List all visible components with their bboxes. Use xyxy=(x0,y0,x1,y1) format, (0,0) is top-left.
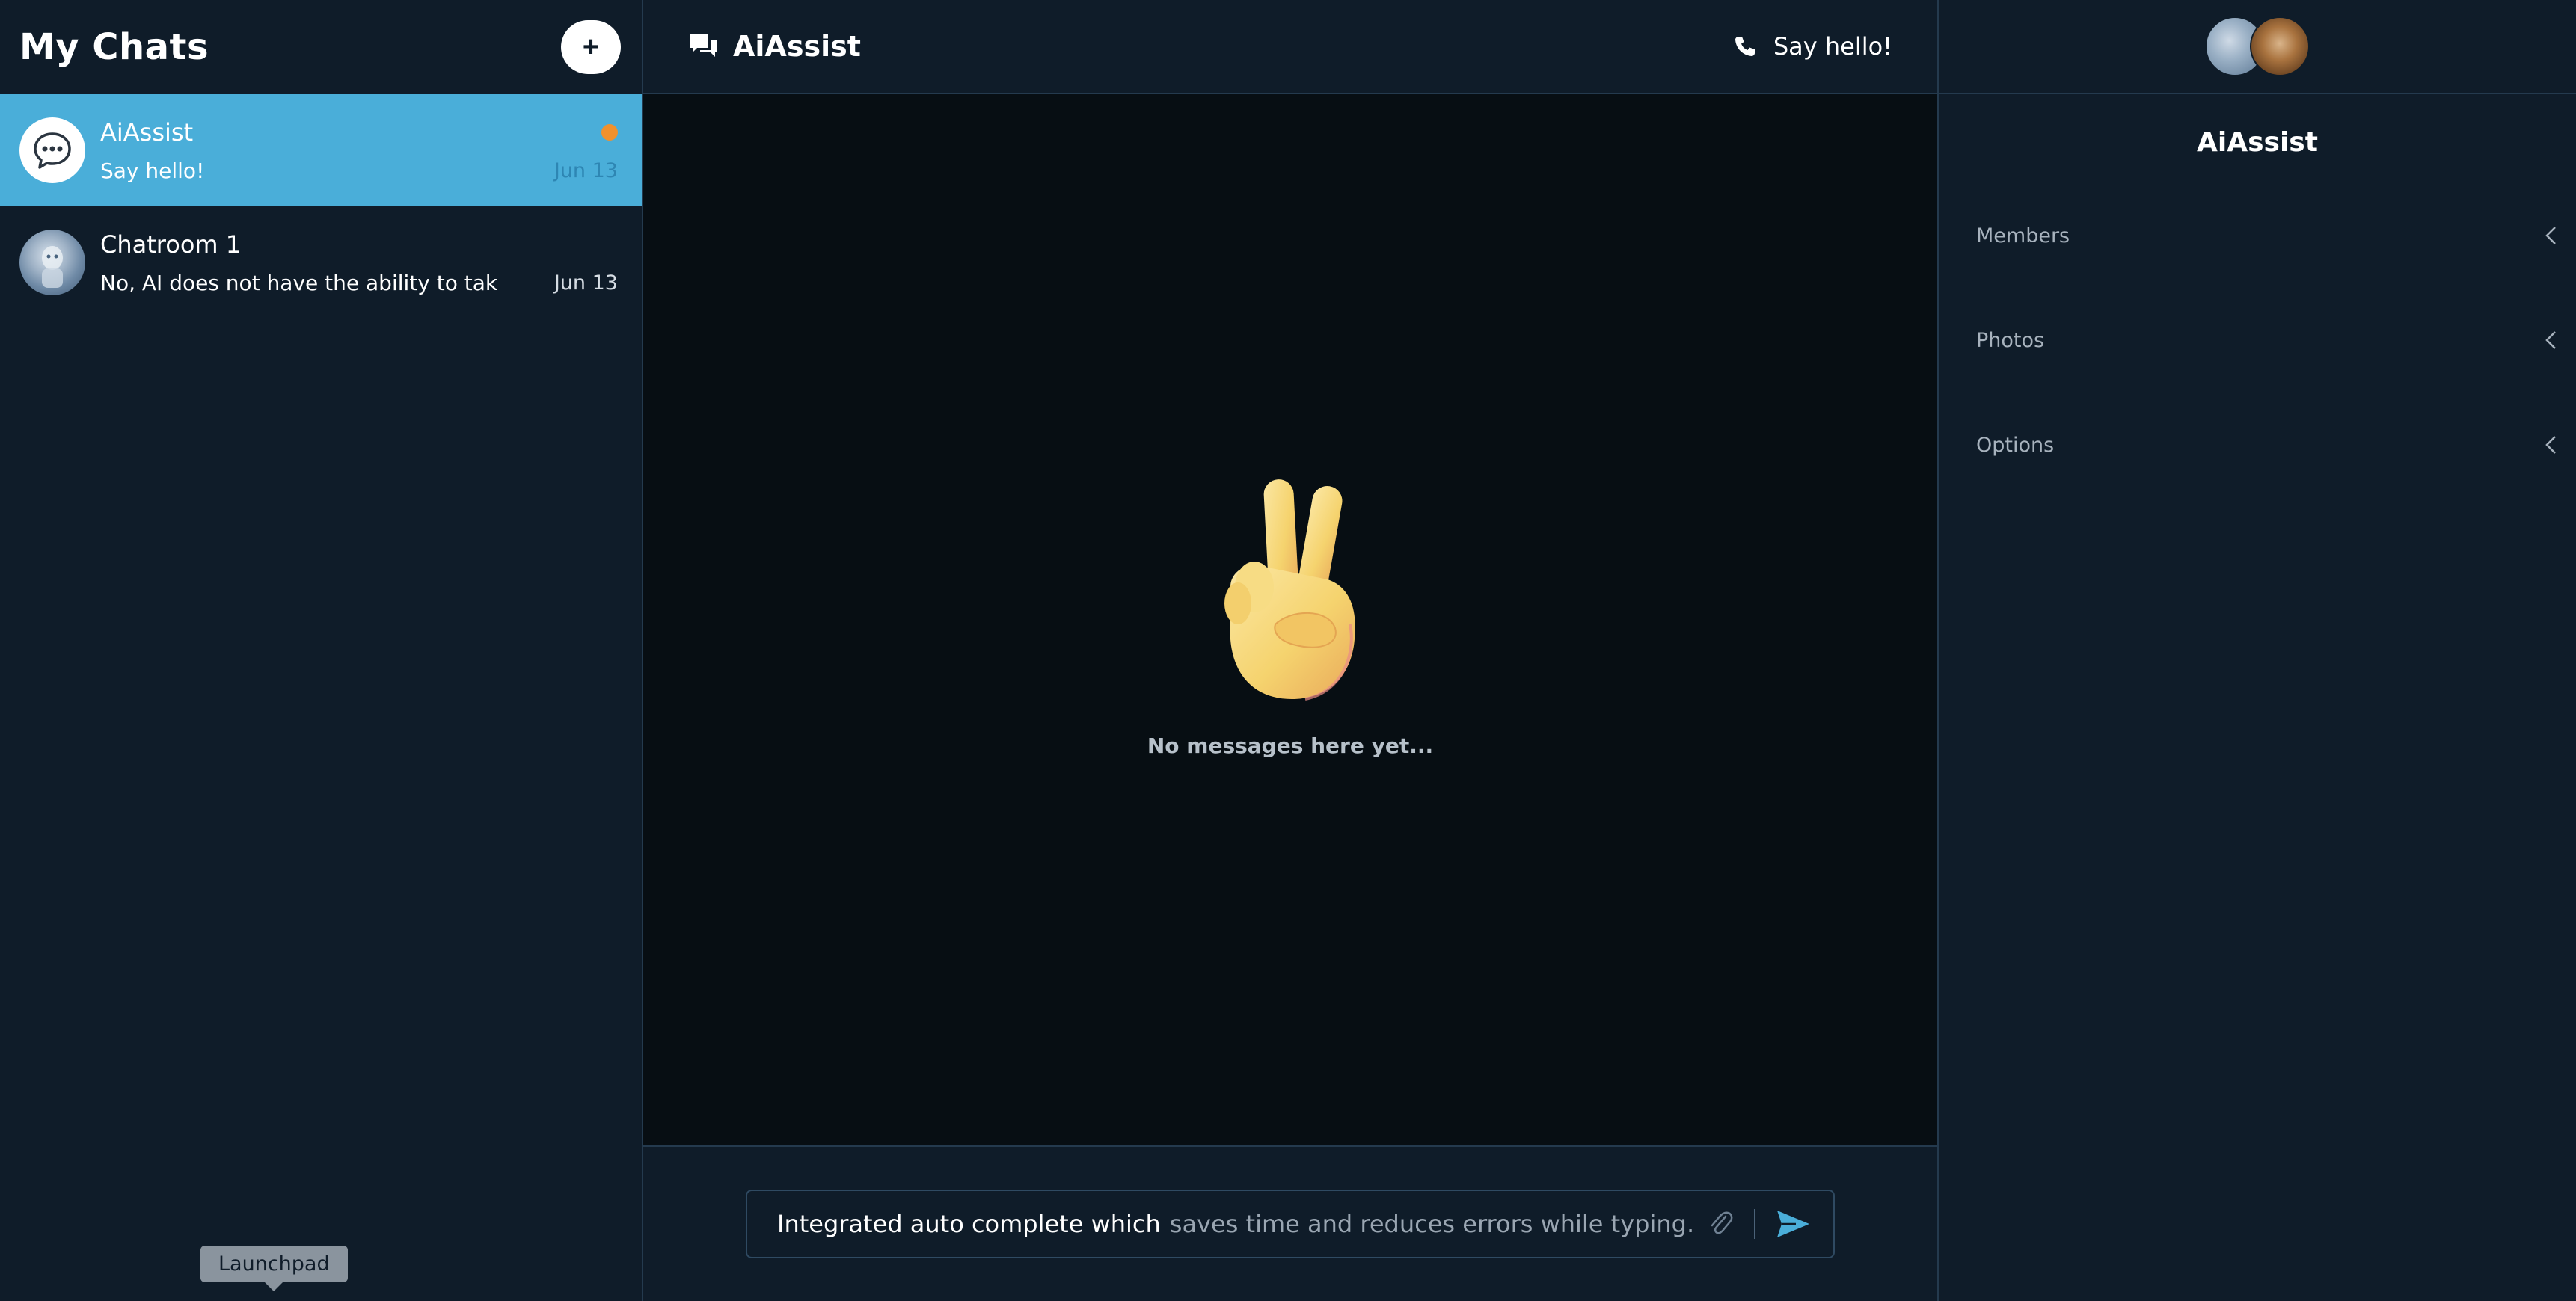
robot-avatar-icon xyxy=(42,246,63,288)
typed-text: Integrated auto complete which xyxy=(777,1210,1161,1238)
new-chat-button[interactable]: + xyxy=(561,20,621,74)
chat-sidebar: My Chats + AiAssist Say hello! Jun 13 Ch… xyxy=(0,0,643,1301)
chat-item-chatroom-1[interactable]: Chatroom 1 No, AI does not have the abil… xyxy=(0,206,642,319)
sidebar-header: My Chats + xyxy=(0,0,642,94)
chat-item-aiassist[interactable]: AiAssist Say hello! Jun 13 xyxy=(0,94,642,206)
chat-date: Jun 13 xyxy=(553,159,618,182)
sidebar-title: My Chats xyxy=(19,26,209,68)
chat-name: Chatroom 1 xyxy=(100,230,242,259)
send-button[interactable] xyxy=(1775,1208,1811,1240)
section-label: Options xyxy=(1976,433,2055,457)
empty-state: No messages here yet... xyxy=(1147,475,1433,758)
message-input[interactable]: Integrated auto complete which saves time… xyxy=(777,1210,1693,1238)
details-header xyxy=(1939,0,2576,94)
chat-preview: No, AI does not have the ability to tak xyxy=(100,270,498,295)
chat-meta: Chatroom 1 No, AI does not have the abil… xyxy=(100,230,618,295)
autocomplete-suggestion: saves time and reduces errors while typi… xyxy=(1169,1210,1693,1238)
call-label: Say hello! xyxy=(1773,32,1892,61)
chevron-left-icon xyxy=(2543,434,2558,455)
call-button[interactable]: Say hello! xyxy=(1733,32,1892,61)
send-icon xyxy=(1777,1211,1809,1237)
chat-meta: AiAssist Say hello! Jun 13 xyxy=(100,118,618,183)
chat-main: AiAssist Say hello! No messages here yet… xyxy=(643,0,1937,1301)
chat-name: AiAssist xyxy=(100,117,194,147)
chat-header: AiAssist Say hello! xyxy=(643,0,1937,94)
chat-date: Jun 13 xyxy=(553,271,618,295)
chat-bubble-icon xyxy=(34,132,71,169)
avatar xyxy=(19,117,85,183)
section-label: Photos xyxy=(1976,328,2045,352)
chat-header-title: AiAssist xyxy=(688,30,861,63)
plus-icon: + xyxy=(582,31,600,63)
chevron-left-icon xyxy=(2543,225,2558,246)
chat-preview: Say hello! xyxy=(100,158,205,183)
message-composer: Integrated auto complete which saves time… xyxy=(643,1145,1937,1301)
chevron-left-icon xyxy=(2543,330,2558,351)
section-members[interactable]: Members xyxy=(1939,179,2576,292)
unread-indicator xyxy=(601,123,618,141)
message-list: No messages here yet... xyxy=(643,94,1937,1145)
section-photos[interactable]: Photos xyxy=(1939,283,2576,397)
member-avatars[interactable] xyxy=(2205,15,2310,78)
avatar xyxy=(2250,16,2310,76)
launchpad-tooltip: Launchpad xyxy=(200,1246,348,1282)
details-title: AiAssist xyxy=(2197,127,2318,158)
phone-icon xyxy=(1735,37,1755,56)
chat-app: My Chats + AiAssist Say hello! Jun 13 Ch… xyxy=(0,0,2576,1301)
chat-details-panel: AiAssist Members Photos Options xyxy=(1937,0,2576,1301)
attach-button[interactable] xyxy=(1708,1209,1735,1239)
section-label: Members xyxy=(1976,224,2070,247)
victory-hand-emoji xyxy=(1224,479,1355,701)
avatar xyxy=(19,230,85,295)
empty-state-text: No messages here yet... xyxy=(1147,733,1434,758)
paperclip-icon xyxy=(1711,1211,1733,1234)
message-input-box: Integrated auto complete which saves time… xyxy=(746,1190,1835,1258)
page-title: AiAssist xyxy=(733,30,861,63)
composer-divider xyxy=(1754,1209,1755,1239)
section-options[interactable]: Options xyxy=(1939,388,2576,502)
chat-bubbles-icon xyxy=(690,34,717,57)
